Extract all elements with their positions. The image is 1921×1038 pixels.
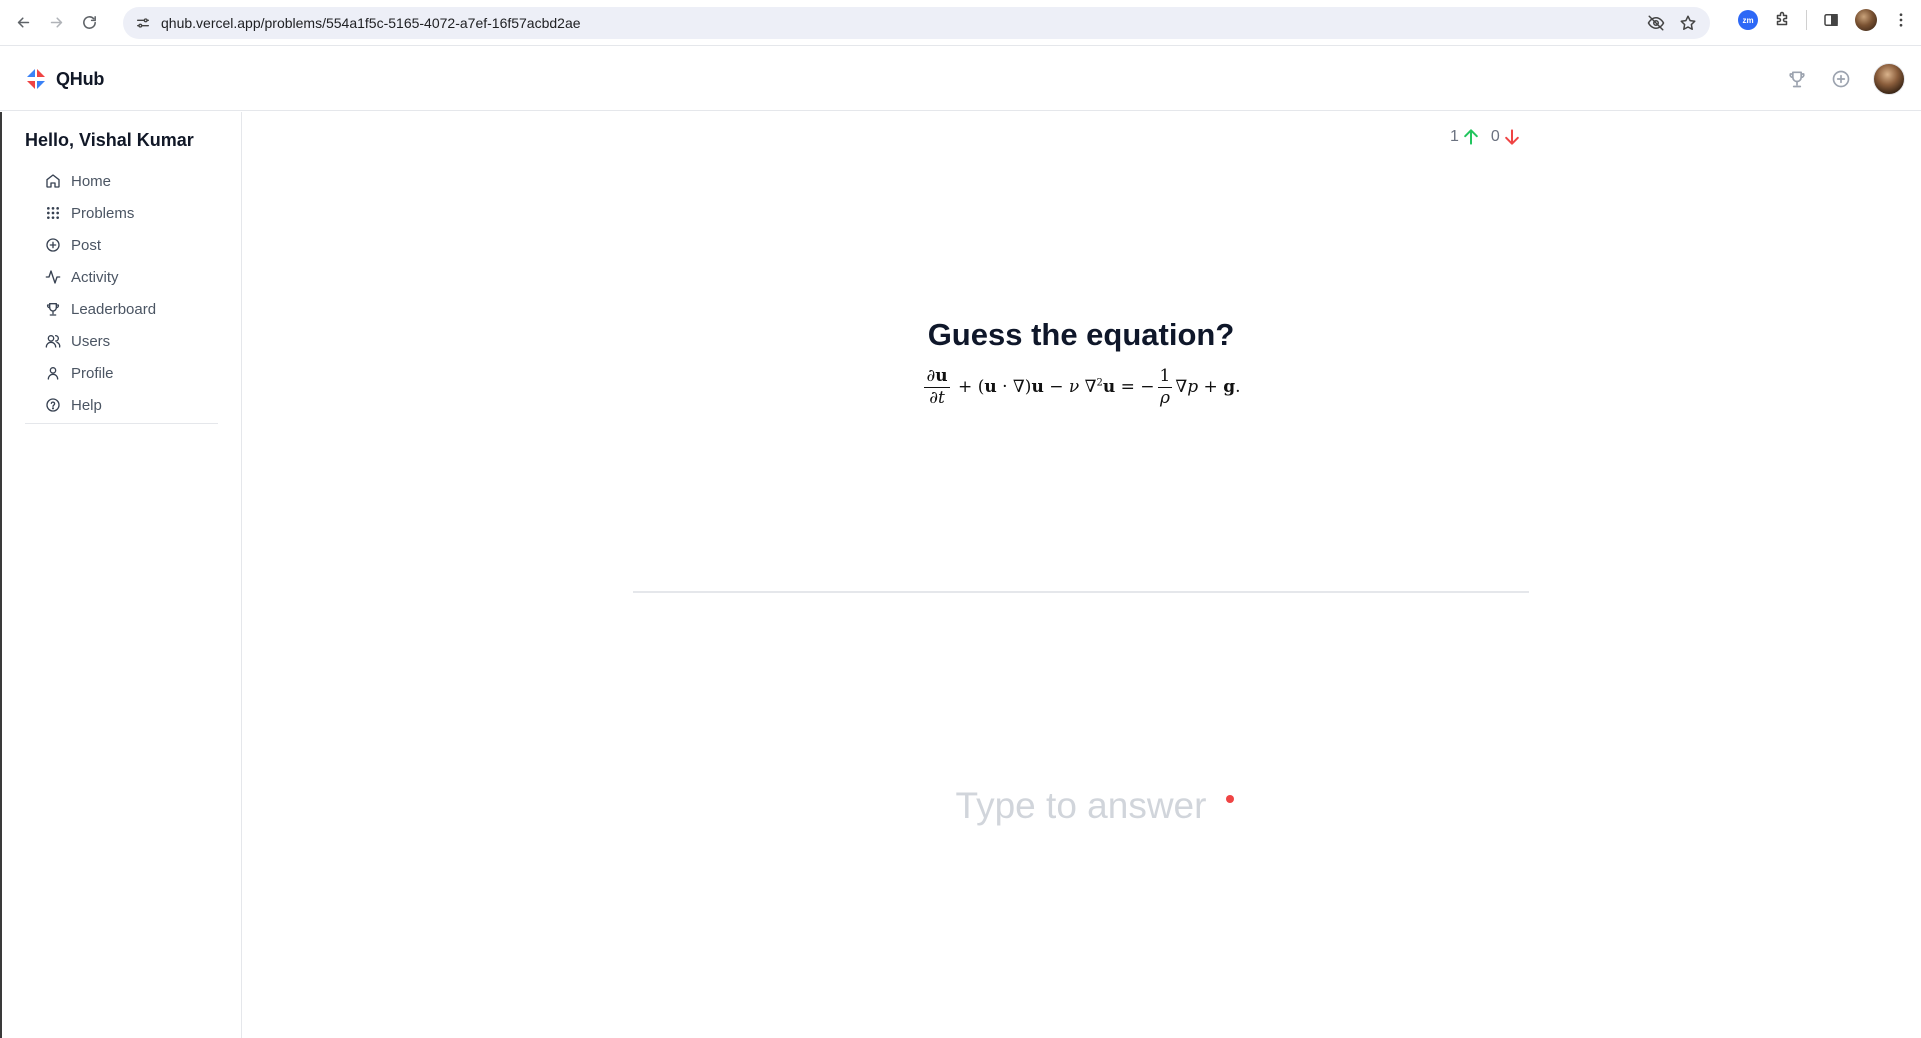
toolbar-divider <box>1806 10 1807 30</box>
problem-panel: 1 0 Guess the equation? ∂u ∂t + (u · ∇)u… <box>243 112 1921 1038</box>
plus-circle-icon[interactable] <box>1829 67 1853 91</box>
url-text: qhub.vercel.app/problems/554a1f5c-5165-4… <box>161 15 581 31</box>
sidebar-item-help[interactable]: Help <box>45 389 156 421</box>
forward-icon[interactable] <box>41 8 71 38</box>
users-icon <box>45 335 61 348</box>
arrow-up-icon <box>1464 129 1478 145</box>
site-info-icon[interactable] <box>129 9 157 37</box>
extensions-area: zm <box>1738 8 1913 32</box>
omnibox-actions <box>1644 11 1700 35</box>
sidebar-item-activity[interactable]: Activity <box>45 261 156 293</box>
upvote-button[interactable]: 1 <box>1450 127 1481 147</box>
reload-icon[interactable] <box>74 8 104 38</box>
plus-circle-icon <box>46 238 60 252</box>
sidebar-item-label: Activity <box>71 268 119 286</box>
sidebar: Hello, Vishal Kumar Home Problems Post A… <box>0 112 242 1038</box>
browser-profile-avatar[interactable] <box>1855 9 1877 31</box>
sidebar-item-home[interactable]: Home <box>45 165 156 197</box>
sidebar-item-label: Users <box>71 332 111 350</box>
sidebar-item-post[interactable]: Post <box>45 229 156 261</box>
brand-name: QHub <box>56 68 105 89</box>
arrow-down-icon <box>1504 129 1519 145</box>
answer-input[interactable] <box>931 785 1231 827</box>
required-indicator <box>1226 795 1234 803</box>
sidebar-item-label: Profile <box>71 364 114 382</box>
sidebar-item-label: Post <box>71 236 102 254</box>
sidebar-item-label: Help <box>71 396 102 414</box>
sidebar-item-label: Home <box>71 172 112 190</box>
user-icon <box>47 367 59 380</box>
question-title: Guess the equation? <box>927 317 1235 352</box>
sidebar-item-label: Leaderboard <box>71 300 157 318</box>
bookmark-star-icon[interactable] <box>1676 11 1700 35</box>
eye-off-icon[interactable] <box>1644 11 1668 35</box>
sidebar-item-label: Problems <box>71 204 135 222</box>
trophy-icon[interactable] <box>1785 67 1809 91</box>
equation-fraction-rho: 1 ρ <box>1157 366 1173 408</box>
trophy-icon <box>46 303 60 316</box>
puzzle-icon[interactable] <box>1770 8 1794 32</box>
help-circle-icon <box>46 398 60 412</box>
home-icon <box>46 174 60 188</box>
address-bar[interactable]: qhub.vercel.app/problems/554a1f5c-5165-4… <box>123 7 1710 39</box>
equation-fraction-dudt: ∂u ∂t <box>924 366 950 408</box>
activity-icon <box>45 270 61 284</box>
header-actions <box>1785 63 1905 95</box>
sidebar-item-profile[interactable]: Profile <box>45 357 156 389</box>
answer-wrapper <box>931 785 1234 827</box>
upvote-count: 1 <box>1450 128 1459 145</box>
vote-controls: 1 0 <box>1450 127 1522 147</box>
user-avatar[interactable] <box>1873 63 1905 95</box>
sidebar-item-users[interactable]: Users <box>45 325 156 357</box>
downvote-button[interactable]: 0 <box>1491 127 1522 147</box>
sidebar-divider <box>25 423 218 424</box>
brand-link[interactable]: QHub <box>24 67 104 91</box>
more-vert-icon[interactable] <box>1889 8 1913 32</box>
browser-toolbar: qhub.vercel.app/problems/554a1f5c-5165-4… <box>0 0 1921 46</box>
app-header: QHub <box>0 47 1921 111</box>
answer-area <box>243 785 1919 827</box>
qhub-logo-icon <box>27 69 45 89</box>
back-icon[interactable] <box>8 8 38 38</box>
downvote-count: 0 <box>1490 128 1500 145</box>
sidebar-nav: Home Problems Post Activity Leaderboard … <box>45 165 156 421</box>
question-equation: ∂u ∂t + (u · ∇)u − ν ∇2u = − 1 ρ ∇p + g. <box>924 366 1241 408</box>
sidebar-item-leaderboard[interactable]: Leaderboard <box>45 293 156 325</box>
side-panel-icon[interactable] <box>1819 8 1843 32</box>
grid-icon <box>47 207 59 219</box>
zoom-extension-icon[interactable]: zm <box>1738 10 1758 30</box>
sidebar-item-problems[interactable]: Problems <box>45 197 156 229</box>
browser-nav <box>8 8 104 38</box>
greeting: Hello, Vishal Kumar <box>25 130 194 150</box>
content-divider <box>633 591 1529 593</box>
